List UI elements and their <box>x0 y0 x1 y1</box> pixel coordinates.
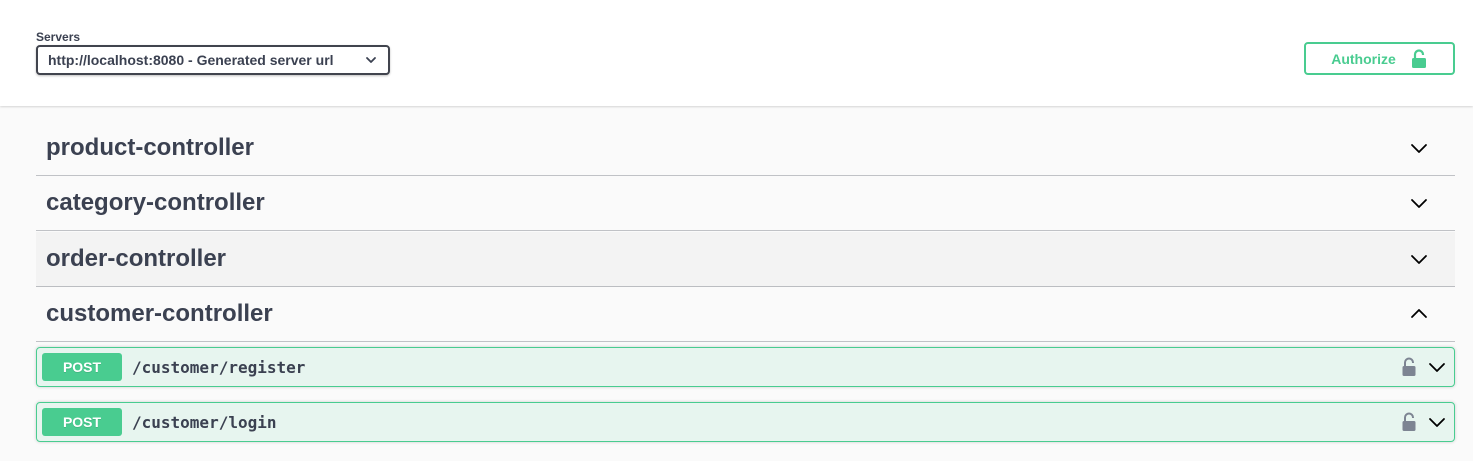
tag-title: order-controller <box>46 245 227 272</box>
method-badge: POST <box>42 408 122 436</box>
tag-title: category-controller <box>46 189 265 216</box>
unlocked-icon <box>1411 48 1426 68</box>
operation-path: /customer/register <box>132 357 306 377</box>
method-badge: POST <box>42 353 122 381</box>
tag-title: customer-controller <box>46 300 273 327</box>
tag-title: product-controller <box>46 134 254 161</box>
unlocked-icon[interactable] <box>1401 412 1417 432</box>
chevron-down-icon[interactable] <box>1409 138 1429 158</box>
server-select-value: http://localhost:8080 - Generated server… <box>48 52 334 68</box>
tag-category-controller[interactable]: category-controller <box>36 176 1455 231</box>
unlocked-icon[interactable] <box>1401 357 1417 377</box>
tag-product-controller[interactable]: product-controller <box>36 121 1455 176</box>
server-select[interactable]: http://localhost:8080 - Generated server… <box>36 45 390 75</box>
chevron-down-icon <box>366 57 376 63</box>
opblock-post-customer-register[interactable]: POST /customer/register <box>36 347 1455 387</box>
opblock-post-customer-login[interactable]: POST /customer/login <box>36 402 1455 442</box>
tag-customer-controller[interactable]: customer-controller <box>36 287 1455 342</box>
authorize-label: Authorize <box>1331 50 1396 67</box>
chevron-down-icon[interactable] <box>1427 357 1447 377</box>
servers-bar: Servers http://localhost:8080 - Generate… <box>0 0 1473 106</box>
chevron-down-icon[interactable] <box>1427 412 1447 432</box>
tag-order-controller[interactable]: order-controller <box>36 232 1455 287</box>
servers-label: Servers <box>36 30 81 44</box>
chevron-up-icon[interactable] <box>1409 304 1429 324</box>
authorize-button[interactable]: Authorize <box>1304 42 1455 75</box>
operation-path: /customer/login <box>132 412 277 432</box>
chevron-down-icon[interactable] <box>1409 193 1429 213</box>
chevron-down-icon[interactable] <box>1409 249 1429 269</box>
